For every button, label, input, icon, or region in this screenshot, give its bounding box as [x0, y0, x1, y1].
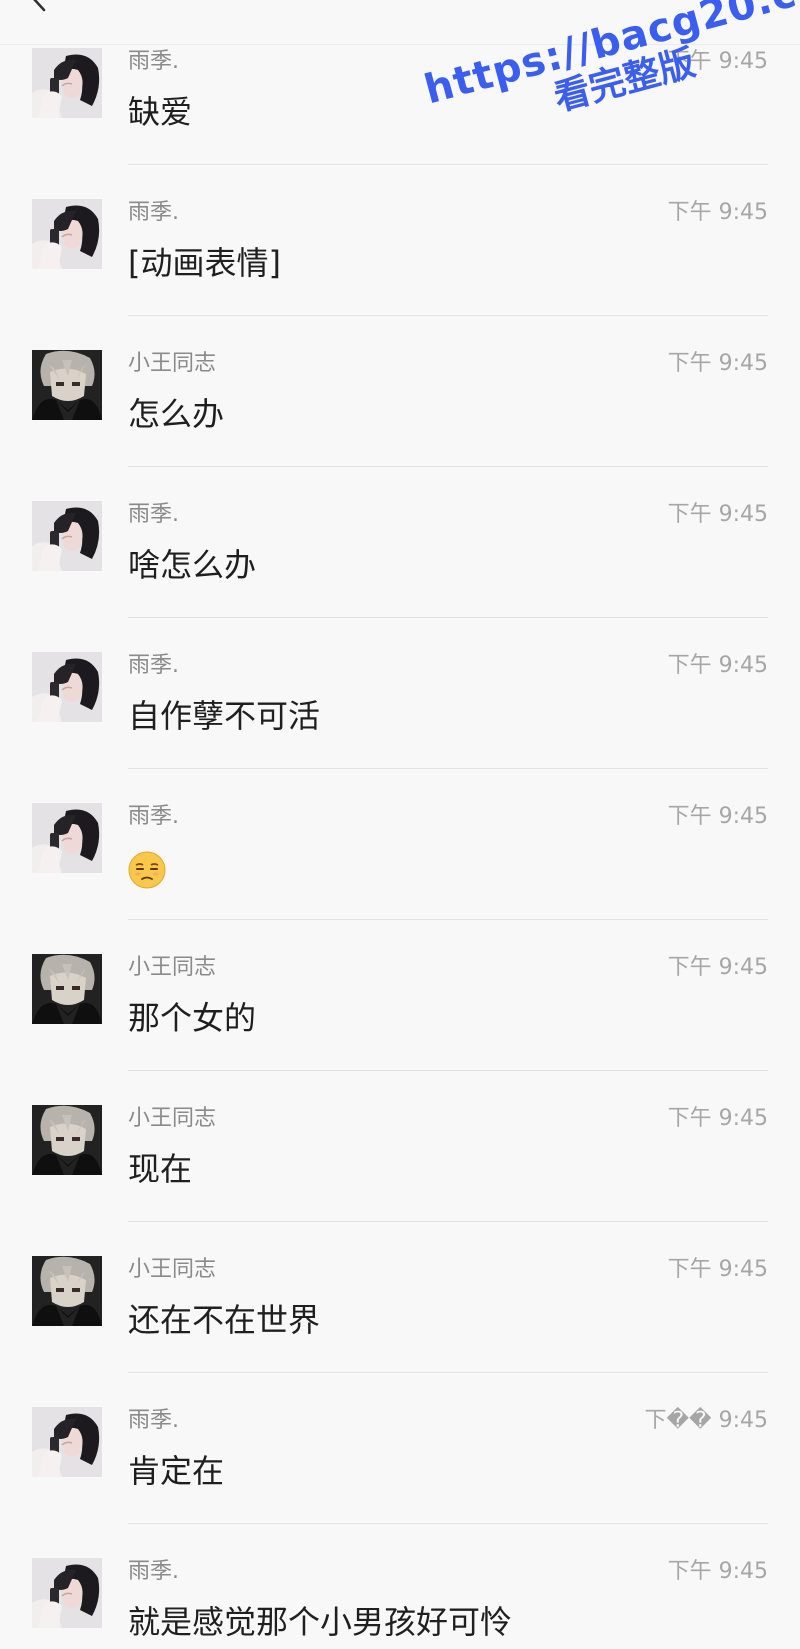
sender-name: 雨季. — [128, 200, 179, 225]
message-text: 那个女的 — [128, 999, 257, 1037]
message-text: 现在 — [128, 1150, 193, 1188]
avatar-yuji[interactable] — [32, 803, 102, 873]
message-time: 下午 9:45 — [667, 502, 768, 527]
message-item[interactable]: 雨季. 下午 9:45 自作孽不可活 — [0, 618, 800, 769]
sender-name: 雨季. — [128, 502, 179, 527]
chat-history-screen: 雨季. 下午 9:45 缺爱 雨季. 下午 9:45 [动画表情] 小王同志 下午 9:45 怎… — [0, 0, 800, 1649]
message-item[interactable]: 雨季. 下午 9:45 就是感觉那个小男孩好可怜 — [0, 1524, 800, 1649]
unamused-face-icon — [128, 851, 166, 889]
message-item[interactable]: 雨季. 下午 9:45 啥怎么办 — [0, 467, 800, 618]
message-time: 下午 9:45 — [667, 653, 768, 678]
message-time: 下午 9:45 — [667, 1559, 768, 1584]
message-item[interactable]: 雨季. 下午 9:45 — [0, 769, 800, 920]
sender-name: 小王同志 — [128, 955, 217, 980]
avatar-xiaowang[interactable] — [32, 954, 102, 1024]
avatar-xiaowang[interactable] — [32, 1105, 102, 1175]
avatar-yuji[interactable] — [32, 652, 102, 722]
avatar-xiaowang[interactable] — [32, 350, 102, 420]
message-text: 缺爱 — [128, 93, 193, 131]
message-item[interactable]: 小王同志 下午 9:45 怎么办 — [0, 316, 800, 467]
sender-name: 雨季. — [128, 804, 179, 829]
sender-name: 小王同志 — [128, 1257, 217, 1282]
sender-name: 小王同志 — [128, 351, 217, 376]
avatar-yuji[interactable] — [32, 501, 102, 571]
message-text: 怎么办 — [128, 395, 225, 433]
message-text: [动画表情] — [128, 244, 281, 282]
message-item[interactable]: 雨季. 下午 9:45 缺爱 — [0, 14, 800, 165]
avatar-yuji[interactable] — [32, 199, 102, 269]
sender-name: 雨季. — [128, 1408, 179, 1433]
message-time: 下午 9:45 — [667, 200, 768, 225]
message-time: 下午 9:45 — [667, 1106, 768, 1131]
message-time: 下午 9:45 — [667, 49, 768, 74]
message-time: 下午 9:45 — [667, 351, 768, 376]
message-text: 就是感觉那个小男孩好可怜 — [128, 1603, 513, 1641]
message-text: 自作孽不可活 — [128, 697, 321, 735]
message-item[interactable]: 雨季. 下�� 9:45 肯定在 — [0, 1373, 800, 1524]
message-text: 啥怎么办 — [128, 546, 257, 584]
avatar-yuji[interactable] — [32, 1558, 102, 1628]
message-item[interactable]: 小王同志 下午 9:45 那个女的 — [0, 920, 800, 1071]
sender-name: 小王同志 — [128, 1106, 217, 1131]
avatar-yuji[interactable] — [32, 1407, 102, 1477]
back-arrow-icon[interactable] — [26, 0, 52, 12]
sender-name: 雨季. — [128, 653, 179, 678]
message-time: 下午 9:45 — [667, 804, 768, 829]
message-text: 还在不在世界 — [128, 1301, 321, 1339]
message-item[interactable]: 小王同志 下午 9:45 还在不在世界 — [0, 1222, 800, 1373]
avatar-xiaowang[interactable] — [32, 1256, 102, 1326]
message-item[interactable]: 小王同志 下午 9:45 现在 — [0, 1071, 800, 1222]
message-time: 下午 9:45 — [667, 955, 768, 980]
avatar-yuji[interactable] — [32, 48, 102, 118]
message-time: 下午 9:45 — [667, 1257, 768, 1282]
message-text: 肯定在 — [128, 1452, 225, 1490]
sender-name: 雨季. — [128, 49, 179, 74]
sender-name: 雨季. — [128, 1559, 179, 1584]
message-time: 下�� 9:45 — [644, 1408, 768, 1433]
message-item[interactable]: 雨季. 下午 9:45 [动画表情] — [0, 165, 800, 316]
